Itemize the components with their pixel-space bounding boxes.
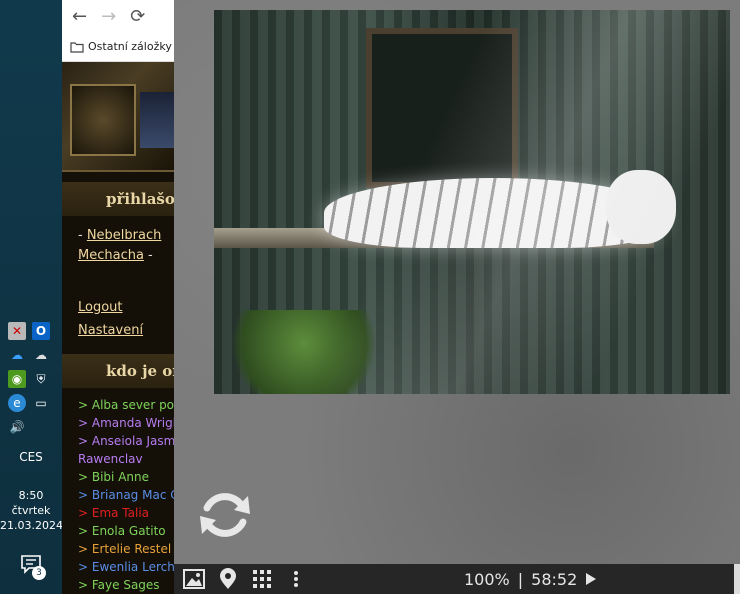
other-bookmarks[interactable]: Ostatní záložky: [88, 40, 172, 53]
tiger-photo[interactable]: [214, 10, 730, 394]
browser-window: ← → ⟳ Ostatní záložky přihlašov - Nebelb…: [62, 0, 174, 594]
notification-count-badge: 3: [32, 566, 46, 580]
slideshow-time: 58:52: [531, 569, 578, 589]
online-user-item[interactable]: > Alba sever pota: [78, 396, 174, 414]
online-user-item[interactable]: > Amanda Wrigh: [78, 414, 174, 432]
user-surname-link[interactable]: Mechacha: [78, 248, 144, 263]
viewer-toolbar: 100% | 58:52: [174, 564, 740, 594]
status-separator: |: [517, 569, 524, 589]
online-users-list: > Alba sever pota> Amanda Wrigh> Anseiol…: [62, 388, 174, 594]
user-name-link[interactable]: Nebelbrach: [87, 228, 162, 243]
play-icon[interactable]: [585, 572, 597, 586]
bookmarks-bar: Ostatní záložky: [62, 32, 174, 62]
rotate-button[interactable]: [194, 484, 256, 546]
browser-toolbar: ← → ⟳: [62, 0, 174, 32]
onedrive-icon[interactable]: ☁: [8, 346, 26, 364]
network-warning-icon[interactable]: ✕: [8, 322, 26, 340]
online-user-item[interactable]: > Ertelie Restel: [78, 540, 174, 558]
folder-icon: [70, 41, 84, 53]
rotate-icon: [200, 493, 250, 537]
display-icon[interactable]: ▭: [32, 394, 50, 412]
location-icon[interactable]: [214, 568, 242, 590]
login-section-title: přihlašov: [62, 182, 174, 216]
windows-taskbar: ✕ O ☁ ☁ ◉ ⛨ e ▭ 🔊 CES 8:50 čtvrtek 21.03: [0, 0, 63, 594]
account-links: Logout Nastavení: [62, 266, 174, 342]
zoom-level[interactable]: 100%: [464, 570, 510, 589]
image-viewer: [174, 0, 740, 564]
online-user-item[interactable]: Rawenclav: [78, 450, 174, 468]
notification-center-button[interactable]: 3: [20, 554, 46, 580]
image-icon[interactable]: [180, 568, 208, 590]
online-user-item[interactable]: > Bibi Anne: [78, 468, 174, 486]
settings-link[interactable]: Nastavení: [78, 319, 174, 342]
nvidia-icon[interactable]: ◉: [8, 370, 26, 388]
clock-time: 8:50: [18, 489, 44, 502]
taskbar-clock[interactable]: 8:50 čtvrtek 21.03.2024: [0, 488, 63, 533]
online-user-item[interactable]: > Brianag Mac C: [78, 486, 174, 504]
banner-image: [140, 92, 174, 148]
screen: ✕ O ☁ ☁ ◉ ⛨ e ▭ 🔊 CES 8:50 čtvrtek 21.03: [0, 0, 740, 594]
online-user-item[interactable]: > Ema Talia: [78, 504, 174, 522]
logout-link[interactable]: Logout: [78, 296, 174, 319]
window-corner: [734, 564, 740, 594]
online-user-item[interactable]: > Faye Sages: [78, 576, 174, 594]
ornament-image: [70, 84, 136, 156]
online-user-item[interactable]: > Ewenlia Lerche: [78, 558, 174, 576]
logged-in-user: - Nebelbrach Mechacha -: [62, 216, 174, 266]
reload-icon[interactable]: ⟳: [130, 6, 145, 27]
speaker-icon[interactable]: 🔊: [8, 418, 26, 436]
online-user-item[interactable]: > Anseiola Jasmi: [78, 432, 174, 450]
edge-icon[interactable]: e: [8, 394, 26, 412]
back-icon[interactable]: ←: [72, 6, 87, 27]
viewer-status: 100% | 58:52: [464, 564, 597, 594]
user-prefix: -: [78, 228, 87, 243]
page-banner: [62, 62, 174, 172]
web-page: přihlašov - Nebelbrach Mechacha - Logout…: [62, 62, 174, 594]
online-section-title: kdo je onl: [62, 354, 174, 388]
online-user-item[interactable]: > Enola Gatito: [78, 522, 174, 540]
photo-haze: [214, 10, 730, 394]
clock-day: čtvrtek: [11, 504, 51, 517]
grid-icon[interactable]: [248, 568, 276, 590]
clock-date: 21.03.2024: [0, 519, 63, 532]
security-shield-icon[interactable]: ⛨: [32, 370, 50, 388]
onedrive-personal-icon[interactable]: ☁: [32, 346, 50, 364]
more-options-icon[interactable]: [282, 568, 310, 590]
outlook-icon[interactable]: O: [32, 322, 50, 340]
user-suffix: -: [143, 248, 153, 263]
input-language[interactable]: CES: [0, 450, 62, 464]
system-tray: ✕ O ☁ ☁ ◉ ⛨ e ▭ 🔊: [8, 322, 56, 442]
forward-icon[interactable]: →: [101, 6, 116, 27]
